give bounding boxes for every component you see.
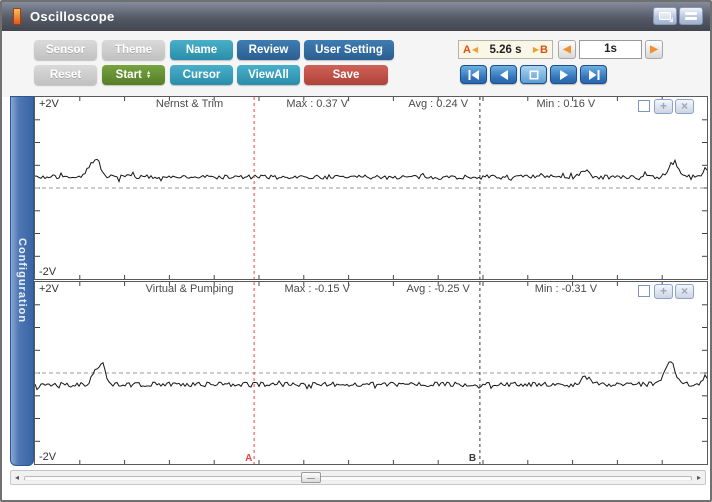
stop-button[interactable] xyxy=(520,65,547,84)
b-right-arrow-icon: ▶ xyxy=(532,45,540,54)
channel-select-checkbox[interactable] xyxy=(638,285,650,297)
start-button[interactable]: Start ▲ ▼ xyxy=(102,65,165,85)
add-channel-button[interactable]: + xyxy=(654,99,673,114)
title-bar: Oscilloscope xyxy=(2,2,710,31)
cursor-a-tag: A xyxy=(463,43,471,56)
cursor-b-label[interactable]: B xyxy=(469,453,476,464)
cursor-button[interactable]: Cursor xyxy=(170,65,233,85)
step-back-icon xyxy=(499,69,508,80)
stat-max: Max : 0.37 V xyxy=(286,98,349,110)
theme-button[interactable]: Theme xyxy=(102,40,165,60)
popout-icon xyxy=(659,12,673,22)
step-forward-arrow-icon: ▶ xyxy=(650,44,658,55)
horizontal-scrollbar[interactable]: ◂ ▸ xyxy=(10,470,706,485)
reset-button[interactable]: Reset xyxy=(34,65,97,85)
stop-icon xyxy=(528,69,539,80)
scrollbar-thumb[interactable] xyxy=(301,472,321,483)
interval-decrease-button[interactable]: ◀ xyxy=(558,40,576,59)
viewall-button[interactable]: ViewAll xyxy=(237,65,300,85)
close-channel-button[interactable]: × xyxy=(675,284,694,299)
app-icon xyxy=(13,8,21,25)
scrollbar-track[interactable] xyxy=(24,476,692,481)
cursor-a-label[interactable]: A xyxy=(245,453,252,464)
waveform-plot[interactable] xyxy=(35,97,707,279)
review-button[interactable]: Review xyxy=(237,40,300,60)
configuration-side-tab[interactable]: Configuration xyxy=(10,96,34,466)
stat-avg: Avg : 0.24 V xyxy=(408,98,469,110)
interval-increase-button[interactable]: ▶ xyxy=(645,40,663,59)
interval-field[interactable]: 1s xyxy=(579,40,642,59)
save-button[interactable]: Save xyxy=(304,65,388,85)
user-setting-button[interactable]: User Setting xyxy=(304,40,394,60)
scope-panel-nernst-trim: +2V -2V Nernst & Trim Max : 0.37 V Avg :… xyxy=(34,96,708,280)
ab-time-readout: A ◀ 5.26 s ▶ B xyxy=(458,40,553,59)
waveform-plot[interactable] xyxy=(35,282,707,464)
stat-min: Min : -0.31 V xyxy=(534,283,598,295)
stat-min: Min : 0.16 V xyxy=(536,98,596,110)
configuration-label: Configuration xyxy=(16,238,28,324)
minimize-icon xyxy=(685,12,697,20)
stat-max: Max : -0.15 V xyxy=(284,283,350,295)
channel-title: Virtual & Pumping xyxy=(145,283,234,295)
play-icon xyxy=(559,69,568,80)
step-back-button[interactable] xyxy=(490,65,517,84)
sensor-button[interactable]: Sensor xyxy=(34,40,97,60)
channel-select-checkbox[interactable] xyxy=(638,100,650,112)
ab-delta-value: 5.26 s xyxy=(489,43,522,56)
window-title: Oscilloscope xyxy=(30,9,115,24)
step-back-arrow-icon: ◀ xyxy=(563,44,571,55)
channel-title: Nernst & Trim xyxy=(155,98,224,110)
playback-controls xyxy=(460,65,607,84)
minimize-window-button[interactable] xyxy=(679,7,703,25)
play-button[interactable] xyxy=(550,65,577,84)
scroll-left-icon[interactable]: ◂ xyxy=(12,471,22,484)
scroll-right-icon[interactable]: ▸ xyxy=(694,471,704,484)
skip-to-start-button[interactable] xyxy=(460,65,487,84)
y-max-label: +2V xyxy=(39,98,59,110)
name-button[interactable]: Name xyxy=(170,40,233,60)
y-min-label: -2V xyxy=(39,266,57,278)
cursor-b-tag: B xyxy=(540,43,548,56)
skip-to-start-icon xyxy=(468,69,479,80)
toolbar: Sensor Theme Name Review User Setting Re… xyxy=(2,31,710,97)
skip-to-end-icon xyxy=(588,69,599,80)
add-channel-button[interactable]: + xyxy=(654,284,673,299)
stat-avg: Avg : -0.25 V xyxy=(406,283,470,295)
y-min-label: -2V xyxy=(39,451,57,463)
oscilloscope-window: Oscilloscope Sensor Theme Name Review Us… xyxy=(0,0,712,502)
start-spinner-icon: ▲ ▼ xyxy=(145,70,152,80)
popout-window-button[interactable] xyxy=(653,7,677,25)
scope-panel-virtual-pumping: +2V -2V Virtual & Pumping Max : -0.15 V … xyxy=(34,281,708,465)
y-max-label: +2V xyxy=(39,283,59,295)
skip-to-end-button[interactable] xyxy=(580,65,607,84)
a-left-arrow-icon: ◀ xyxy=(471,45,479,54)
close-channel-button[interactable]: × xyxy=(675,99,694,114)
